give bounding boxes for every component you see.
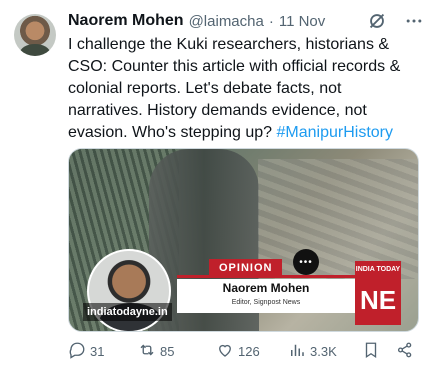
hashtag-link[interactable]: #ManipurHistory: [277, 124, 393, 141]
tweet-text: I challenge the Kuki researchers, histor…: [68, 34, 420, 144]
quote-icon: •••: [293, 249, 319, 275]
action-bar: 31 85 126 3.3K: [68, 340, 424, 362]
avatar-shirt: [20, 44, 50, 56]
bookmark-icon: [362, 341, 380, 362]
like-count: 126: [238, 343, 260, 359]
card-rule: [177, 275, 355, 278]
views-count: 3.3K: [310, 343, 337, 359]
source-domain: indiatodayne.in: [83, 303, 172, 321]
separator-dot: ·: [268, 12, 274, 30]
reply-count: 31: [90, 343, 105, 359]
tweet-header: Naorem Mohen @laimacha · 11 Nov: [68, 10, 325, 32]
repost-count: 85: [160, 343, 175, 359]
logo-main-text: NE: [359, 285, 397, 315]
logo-top-text: INDIA TODAY: [355, 266, 401, 273]
tweet-media[interactable]: OPINION ••• Naorem Mohen Editor, Signpos…: [68, 148, 419, 332]
grok-icon[interactable]: [366, 10, 388, 32]
india-today-ne-logo: INDIA TODAY NE: [355, 261, 401, 325]
repost-button[interactable]: 85: [138, 340, 174, 362]
like-button[interactable]: 126: [216, 340, 260, 362]
views-icon: [288, 341, 306, 362]
author-card: Naorem Mohen Editor, Signpost News: [177, 279, 355, 313]
views-button[interactable]: 3.3K: [288, 340, 337, 362]
share-button[interactable]: [396, 340, 414, 362]
tweet-date[interactable]: 11 Nov: [279, 13, 325, 30]
reply-icon: [68, 341, 86, 362]
card-name: Naorem Mohen: [222, 281, 310, 295]
bookmark-button[interactable]: [362, 340, 380, 362]
more-icon[interactable]: [402, 10, 426, 32]
author-name[interactable]: Naorem Mohen: [68, 12, 184, 30]
repost-icon: [138, 341, 156, 362]
author-avatar[interactable]: [14, 14, 56, 56]
share-icon: [396, 341, 414, 362]
reply-button[interactable]: 31: [68, 340, 104, 362]
author-handle[interactable]: @laimacha: [189, 13, 264, 30]
like-icon: [216, 341, 234, 362]
card-role: Editor, Signpost News: [231, 299, 301, 306]
